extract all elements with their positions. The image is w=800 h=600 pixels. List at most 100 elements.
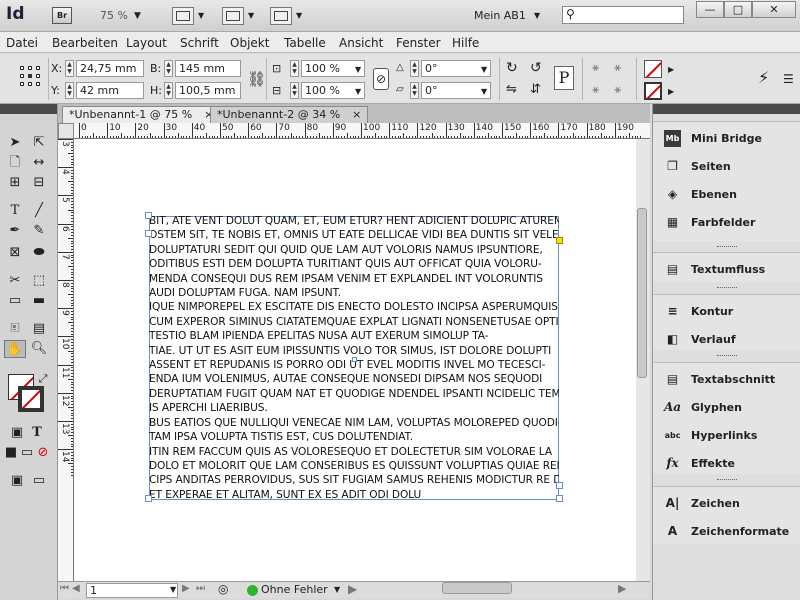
height-stepper[interactable]: ▲ ▼ [164,82,173,99]
arrange-documents-icon[interactable] [270,7,292,25]
stroke-none-icon[interactable] [644,82,662,100]
scroll-right-icon[interactable]: ▶ [618,582,626,595]
flip-vertical-icon[interactable]: ⇵ [530,82,541,97]
reference-point-icon[interactable] [20,66,42,88]
panel-item-mini-bridge[interactable]: Mb Mini Bridge [661,128,796,150]
width-field[interactable]: 145 mm [175,60,241,77]
view-options-icon[interactable] [172,7,194,25]
arrange-documents-dropdown-icon[interactable]: ▼ [296,11,302,20]
shear-dropdown-icon[interactable]: ▼ [481,87,487,96]
scale-link-icon[interactable]: ⊘ [373,68,389,90]
constrain-proportions-icon[interactable]: ⛓ [247,70,266,88]
scale-y-dropdown-icon[interactable]: ▼ [355,87,361,96]
rotate-stepper[interactable]: ▲ ▼ [410,60,419,77]
flip-horizontal-icon[interactable]: ⇋ [506,82,517,97]
search-field[interactable]: ⚲ [562,6,684,24]
workspace-dropdown-icon[interactable]: ▼ [534,11,540,20]
out-port-handle[interactable] [556,482,563,489]
bridge-button[interactable]: Br [52,7,72,24]
workspace-switcher[interactable]: Mein AB1 [474,9,526,22]
direct-selection-tool-icon[interactable]: ⇱ [30,134,48,152]
select-previous-icon[interactable]: ⚹ [614,82,621,97]
screen-mode-icon[interactable] [222,7,244,25]
panel-dock-header[interactable] [653,104,800,114]
select-content-icon[interactable]: ⚹ [592,82,599,97]
previous-page-icon[interactable]: ◀ [72,583,80,594]
fill-none-icon[interactable] [644,60,662,78]
close-tab-icon[interactable]: × [352,108,361,121]
scale-y-stepper[interactable]: ▲ ▼ [290,82,299,99]
gap-tool-icon[interactable]: ↔ [30,154,48,172]
preflight-menu-icon[interactable]: ▶ [348,582,357,596]
gradient-feather-tool-icon[interactable]: ▬ [30,292,48,310]
selection-tool-icon[interactable]: ➤ [6,134,24,152]
tab-unbenannt-1[interactable]: *Unbenannt-1 @ 75 % × [62,106,221,123]
apply-none-icon[interactable]: ⊘ [34,444,52,462]
panel-item-seiten[interactable]: ❐ Seiten [661,156,796,178]
free-transform-tool-icon[interactable]: ⬚ [30,272,48,290]
frame-handle-bottom-right[interactable] [556,495,563,502]
panel-item-zeichen[interactable]: A| Zeichen [661,493,796,515]
menu-fenster[interactable]: Fenster [396,36,441,50]
height-field[interactable]: 100,5 mm [175,82,241,99]
gradient-swatch-tool-icon[interactable]: ▭ [6,292,24,310]
ellipse-tool-icon[interactable]: ⬬ [30,244,48,262]
hand-tool-icon[interactable]: ✋ [4,340,26,358]
menu-datei[interactable]: Datei [6,36,38,50]
ruler-origin[interactable] [58,123,74,139]
x-field[interactable]: 24,75 mm [76,60,144,77]
panel-item-glyphen[interactable]: Aa Glyphen [661,397,796,419]
vertical-scrollbar-thumb[interactable] [637,208,647,378]
frame-handle-top-left[interactable] [145,212,152,219]
zoom-dropdown-icon[interactable]: ▼ [134,11,141,21]
panel-item-hyperlinks[interactable]: abc Hyperlinks [661,425,796,447]
screen-mode-preview-icon[interactable]: ▭ [30,472,48,490]
page-tool-icon[interactable]: 🗋 [6,154,24,172]
panel-item-zeichenformate[interactable]: A Zeichenformate [661,521,796,543]
page-dropdown-icon[interactable]: ▼ [170,585,176,594]
formatting-container-icon[interactable]: ▣ [8,424,26,442]
fill-dropdown-icon[interactable]: ▶ [668,65,674,74]
y-stepper[interactable]: ▲ ▼ [65,82,74,99]
rectangle-frame-tool-icon[interactable]: ⊠ [6,244,24,262]
scissors-tool-icon[interactable]: ✂ [6,272,24,290]
content-collector-icon[interactable]: ⊞ [6,174,24,192]
width-stepper[interactable]: ▲ ▼ [164,60,173,77]
close-window-button[interactable]: ✕ [752,1,796,18]
panel-item-farbfelder[interactable]: ▦ Farbfelder [661,212,796,234]
maximize-button[interactable]: □ [724,1,752,18]
stroke-swatch[interactable] [18,386,44,412]
panel-item-textabschnitt[interactable]: ▤ Textabschnitt [661,369,796,391]
panel-item-verlauf[interactable]: ◧ Verlauf [661,329,796,351]
y-field[interactable]: 42 mm [76,82,144,99]
zoom-tool-icon[interactable]: 🔍︎ [30,340,48,358]
select-container-icon[interactable]: ⚹ [592,60,599,75]
quick-apply-icon[interactable]: ⚡ [758,68,769,87]
paragraph-p-icon[interactable]: P [554,66,574,90]
shear-stepper[interactable]: ▲ ▼ [410,82,419,99]
rotate-cw-icon[interactable]: ↻ [506,60,518,76]
menu-layout[interactable]: Layout [126,36,167,50]
next-page-icon[interactable]: ▶ [182,583,190,594]
scale-x-stepper[interactable]: ▲ ▼ [290,60,299,77]
menu-hilfe[interactable]: Hilfe [452,36,479,50]
open-document-icon[interactable]: ◎ [218,582,228,596]
tools-panel-header[interactable] [0,104,57,114]
horizontal-ruler[interactable]: 0 10 20 30 40 50 60 70 80 90 100 110 120 130 140 150 160… [74,123,650,139]
stroke-dropdown-icon[interactable]: ▶ [668,87,674,96]
scale-x-dropdown-icon[interactable]: ▼ [355,65,361,74]
tab-unbenannt-2[interactable]: *Unbenannt-2 @ 34 % × [210,106,369,123]
swap-fill-stroke-icon[interactable]: ⤢ [34,370,52,388]
note-tool-icon[interactable]: 🗉 [6,320,24,338]
minimize-button[interactable]: — [696,1,724,18]
menu-schrift[interactable]: Schrift [180,36,219,50]
pen-tool-icon[interactable]: ✒ [6,222,24,240]
panel-item-kontur[interactable]: ≡ Kontur [661,301,796,323]
content-placer-icon[interactable]: ⊟ [30,174,48,192]
frame-handle-yellow[interactable] [556,237,563,244]
rotate-dropdown-icon[interactable]: ▼ [481,65,487,74]
formatting-text-icon[interactable]: T [28,424,46,442]
measure-tool-icon[interactable]: ▤ [30,320,48,338]
pencil-tool-icon[interactable]: ✎ [30,222,48,240]
view-options-dropdown-icon[interactable]: ▼ [198,11,204,20]
